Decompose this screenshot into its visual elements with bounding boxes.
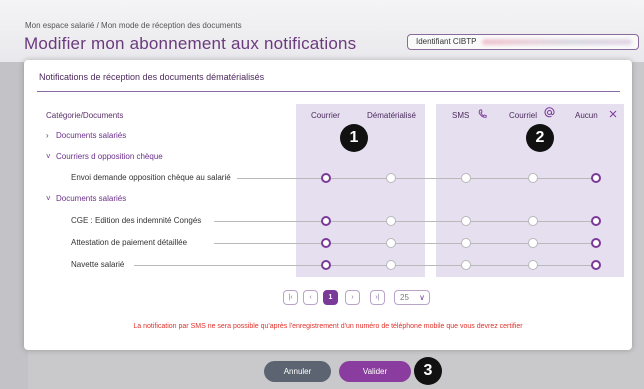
notifications-modal: Notifications de réception des documents… — [24, 60, 632, 350]
chevron-down-icon: ˅ — [46, 152, 51, 161]
callout-badge-2: 2 — [526, 124, 554, 152]
option-courriel-radio[interactable] — [528, 238, 538, 248]
row-envoi-demande-opposition: Envoi demande opposition chèque au salar… — [71, 173, 231, 182]
next-page-icon[interactable]: › — [345, 290, 360, 305]
divider — [37, 91, 620, 92]
sms-warning-note: La notification par SMS ne sera possible… — [133, 323, 523, 330]
column-header-sms: SMS — [452, 111, 470, 120]
option-courrier-radio[interactable] — [321, 216, 331, 226]
group-documents-salaries-collapsed[interactable]: › Documents salariés — [46, 131, 126, 140]
page-title: Modifier mon abonnement aux notification… — [24, 34, 357, 53]
first-page-icon[interactable]: |‹ — [283, 290, 298, 305]
row-connector — [214, 243, 597, 244]
identifier-label: Identifiant CIBTP — [416, 37, 477, 46]
cancel-button[interactable]: Annuler — [264, 361, 331, 382]
group-documents-salaries-expanded[interactable]: ˅ Documents salariés — [46, 194, 126, 203]
card-title: Notifications de réception des documents… — [39, 72, 265, 82]
option-dematerialise-radio[interactable] — [386, 173, 396, 183]
prev-page-icon[interactable]: ‹ — [303, 290, 318, 305]
row-cge-edition: CGE : Edition des indemnité Congés — [71, 216, 202, 225]
at-icon — [544, 107, 555, 118]
callout-badge-3: 3 — [414, 357, 442, 385]
column-header-courriel: Courriel — [509, 111, 538, 120]
option-dematerialise-radio[interactable] — [386, 238, 396, 248]
validate-button[interactable]: Valider — [339, 361, 411, 382]
option-sms-radio[interactable] — [461, 260, 471, 270]
option-aucun-radio[interactable] — [591, 216, 601, 226]
option-courrier-radio[interactable] — [321, 238, 331, 248]
option-courriel-radio[interactable] — [528, 216, 538, 226]
phone-icon — [478, 109, 487, 118]
row-attestation-paiement: Attestation de paiement détaillée — [71, 238, 188, 247]
category-header: Catégorie/Documents — [46, 111, 124, 120]
option-dematerialise-radio[interactable] — [386, 260, 396, 270]
row-connector — [214, 221, 597, 222]
chevron-down-icon: ˅ — [46, 194, 51, 203]
identifier-value-blurred — [482, 39, 632, 45]
option-sms-radio[interactable] — [461, 173, 471, 183]
column-header-courrier: Courrier — [311, 111, 340, 120]
chevron-right-icon: › — [46, 131, 49, 140]
option-courriel-radio[interactable] — [528, 260, 538, 270]
option-courriel-radio[interactable] — [528, 173, 538, 183]
column-header-dematerialise: Dématérialisé — [367, 111, 416, 120]
option-dematerialise-radio[interactable] — [386, 216, 396, 226]
row-connector — [237, 178, 597, 179]
close-icon — [609, 110, 617, 118]
option-sms-radio[interactable] — [461, 238, 471, 248]
option-aucun-radio[interactable] — [591, 238, 601, 248]
page-size-select[interactable]: 25 ∨ — [394, 290, 430, 305]
option-sms-radio[interactable] — [461, 216, 471, 226]
last-page-icon[interactable]: ›| — [370, 290, 385, 305]
option-courrier-radio[interactable] — [321, 260, 331, 270]
row-navette-salarie: Navette salarié — [71, 260, 125, 269]
group-courriers-opposition[interactable]: ˅ Courriers d opposition chèque — [46, 152, 163, 161]
caret-down-icon: ∨ — [419, 293, 425, 302]
option-aucun-radio[interactable] — [591, 173, 601, 183]
callout-badge-1: 1 — [340, 124, 368, 152]
page-size-value: 25 — [400, 293, 409, 302]
column-header-aucun: Aucun — [575, 111, 598, 120]
breadcrumb: Mon espace salarié / Mon mode de récepti… — [25, 21, 242, 30]
identifier-box: Identifiant CIBTP — [407, 34, 639, 50]
page-current[interactable]: 1 — [323, 290, 338, 305]
option-courrier-radio[interactable] — [321, 173, 331, 183]
option-aucun-radio[interactable] — [591, 260, 601, 270]
